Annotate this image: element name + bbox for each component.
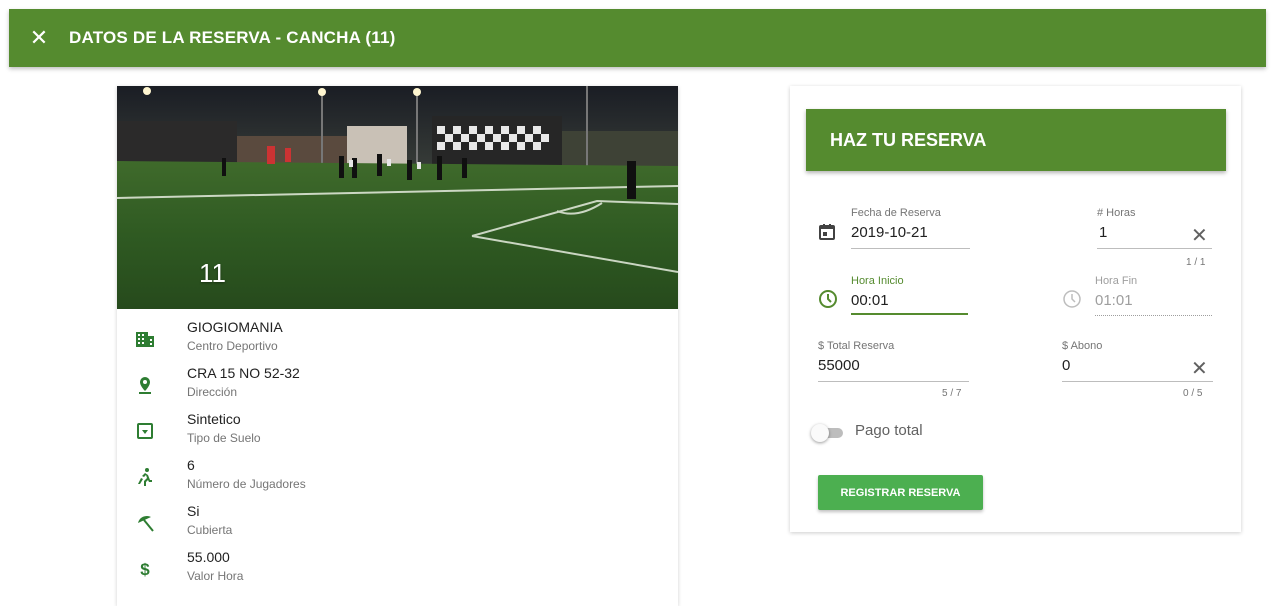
top-toolbar: ✕ DATOS DE LA RESERVA - CANCHA (11) xyxy=(9,9,1266,67)
building-icon xyxy=(136,332,154,347)
detail-value: CRA 15 NO 52-32 xyxy=(187,365,300,381)
detail-direccion: CRA 15 NO 52-32 Dirección xyxy=(117,363,678,409)
dialog-title: DATOS DE LA RESERVA - CANCHA (11) xyxy=(69,28,396,47)
close-icon[interactable]: ✕ xyxy=(9,9,69,67)
clock-icon xyxy=(1063,290,1081,308)
hora-fin-value: 01:01 xyxy=(1095,292,1133,309)
running-person-icon xyxy=(138,468,152,486)
venue-photo: 11 xyxy=(117,86,678,309)
svg-text:$: $ xyxy=(140,560,150,579)
detail-tipo-suelo: Sintetico Tipo de Suelo xyxy=(117,409,678,455)
field-label: # Horas xyxy=(1097,207,1136,219)
detail-label: Dirección xyxy=(187,385,238,399)
detail-label: Valor Hora xyxy=(187,569,244,583)
hora-inicio-value[interactable]: 00:01 xyxy=(851,292,889,309)
abono-value[interactable]: 0 xyxy=(1062,357,1070,374)
field-underline xyxy=(1062,381,1213,382)
location-pin-icon xyxy=(139,377,151,394)
field-label: Hora Inicio xyxy=(851,275,904,287)
field-underline xyxy=(818,381,969,382)
field-label: Hora Fin xyxy=(1095,275,1138,287)
field-underline xyxy=(1097,248,1212,249)
flooring-icon xyxy=(137,423,153,439)
venue-card: 11 GIOGIOMANIA Centro Deportivo CRA 15 N… xyxy=(117,86,678,606)
toggle-thumb[interactable] xyxy=(811,424,829,442)
beach-umbrella-icon xyxy=(138,515,154,532)
field-underline-active xyxy=(851,313,968,315)
detail-value: Si xyxy=(187,503,200,519)
detail-value: 6 xyxy=(187,457,195,473)
field-label: Fecha de Reserva xyxy=(851,207,941,219)
register-booking-button[interactable]: REGISTRAR RESERVA xyxy=(818,475,983,510)
field-underline-disabled xyxy=(1095,315,1212,316)
detail-value: 55.000 xyxy=(187,549,230,565)
field-label: $ Abono xyxy=(1062,340,1103,352)
detail-jugadores: 6 Número de Jugadores xyxy=(117,455,678,501)
detail-cubierta: Si Cubierta xyxy=(117,501,678,547)
clear-abono-icon[interactable]: ✕ xyxy=(1191,356,1208,381)
detail-value: Sintetico xyxy=(187,411,241,427)
calendar-icon[interactable] xyxy=(818,223,836,241)
detail-value: GIOGIOMANIA xyxy=(187,319,283,335)
booking-header: HAZ TU RESERVA xyxy=(806,109,1226,171)
detail-label: Tipo de Suelo xyxy=(187,431,261,445)
detail-label: Número de Jugadores xyxy=(187,477,306,491)
total-counter: 5 / 7 xyxy=(942,388,962,399)
pago-total-label[interactable]: Pago total xyxy=(855,422,923,439)
fecha-value[interactable]: 2019-10-21 xyxy=(851,224,928,241)
field-underline xyxy=(851,248,970,249)
booking-card: HAZ TU RESERVA xyxy=(790,86,1241,532)
detail-centro-deportivo: GIOGIOMANIA Centro Deportivo xyxy=(117,317,678,363)
horas-counter: 1 / 1 xyxy=(1186,257,1206,268)
detail-valor-hora: $ 55.000 Valor Hora xyxy=(117,547,678,593)
clock-icon[interactable] xyxy=(818,289,838,309)
total-reserva-value[interactable]: 55000 xyxy=(818,357,860,374)
abono-counter: 0 / 5 xyxy=(1183,388,1203,399)
field-label: $ Total Reserva xyxy=(818,340,895,352)
detail-label: Cubierta xyxy=(187,523,233,537)
horas-value[interactable]: 1 xyxy=(1099,224,1107,241)
detail-label: Centro Deportivo xyxy=(187,339,278,353)
dollar-icon: $ xyxy=(140,560,150,579)
court-number: 11 xyxy=(199,258,226,288)
clear-horas-icon[interactable]: ✕ xyxy=(1191,223,1208,248)
pago-total-toggle[interactable] xyxy=(811,422,847,442)
